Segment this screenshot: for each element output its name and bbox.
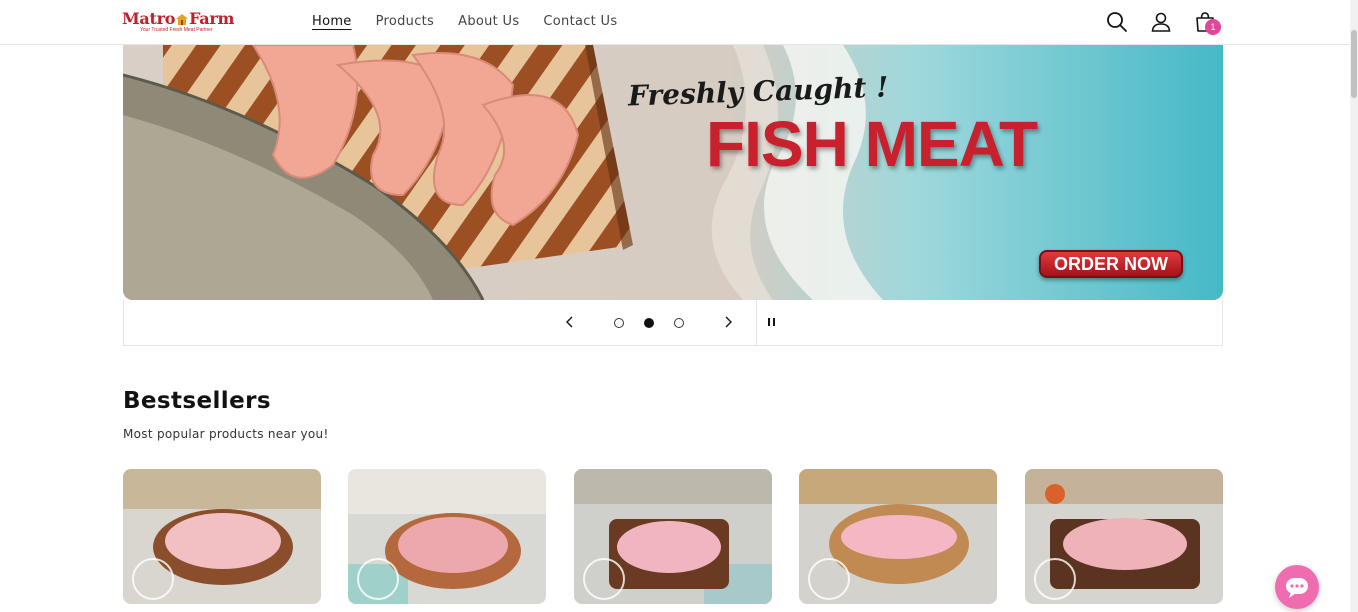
slide-dot-1[interactable]: [614, 318, 624, 328]
logo-text-farm: Farm: [189, 9, 235, 28]
logo[interactable]: Matro Farm Your Trusted Fresh Meat Partne…: [122, 9, 238, 35]
controls-divider: [756, 300, 757, 345]
nav-contact-us[interactable]: Contact Us: [543, 14, 617, 29]
slide-dot-2[interactable]: [644, 318, 654, 328]
chat-button[interactable]: [1275, 565, 1319, 609]
nav-about-us[interactable]: About Us: [458, 14, 519, 29]
product-card[interactable]: [799, 469, 997, 604]
slider-controls: [123, 300, 1223, 346]
product-image: [799, 469, 997, 604]
house-icon: [176, 14, 189, 25]
chevron-right-icon[interactable]: [720, 314, 736, 330]
product-image: [574, 469, 772, 604]
logo-text-matro: Matro: [122, 9, 176, 28]
product-image: [123, 469, 321, 604]
main-nav: Home Products About Us Contact Us: [312, 14, 641, 29]
product-image: [1025, 469, 1223, 604]
product-image: [348, 469, 546, 604]
chat-icon: [1286, 578, 1308, 598]
nav-products[interactable]: Products: [376, 14, 435, 29]
scrollbar-thumb[interactable]: [1351, 30, 1357, 98]
logo-tagline: Your Trusted Fresh Meat Partner: [140, 27, 213, 33]
account-icon[interactable]: [1149, 10, 1173, 34]
product-card[interactable]: [348, 469, 546, 604]
bestsellers-subtitle: Most popular products near you!: [123, 427, 329, 441]
banner-title: FISH MEAT: [706, 108, 1038, 180]
page-scrollbar[interactable]: [1350, 0, 1358, 612]
cart-count-badge: 1: [1205, 19, 1221, 35]
order-now-button[interactable]: ORDER NOW: [1039, 250, 1183, 278]
hero-banner[interactable]: Freshly Caught ! FISH MEAT ORDER NOW: [123, 45, 1223, 300]
product-card[interactable]: [574, 469, 772, 604]
bestsellers-title: Bestsellers: [123, 388, 271, 414]
slide-dot-3[interactable]: [674, 318, 684, 328]
product-card[interactable]: [123, 469, 321, 604]
search-icon[interactable]: [1105, 10, 1129, 34]
site-header: Matro Farm Your Trusted Fresh Meat Partne…: [0, 0, 1350, 45]
product-card[interactable]: [1025, 469, 1223, 604]
pause-icon[interactable]: [764, 314, 780, 330]
chevron-left-icon[interactable]: [562, 314, 578, 330]
logo-wordmark: Matro Farm: [122, 9, 234, 28]
nav-home[interactable]: Home: [312, 14, 352, 29]
